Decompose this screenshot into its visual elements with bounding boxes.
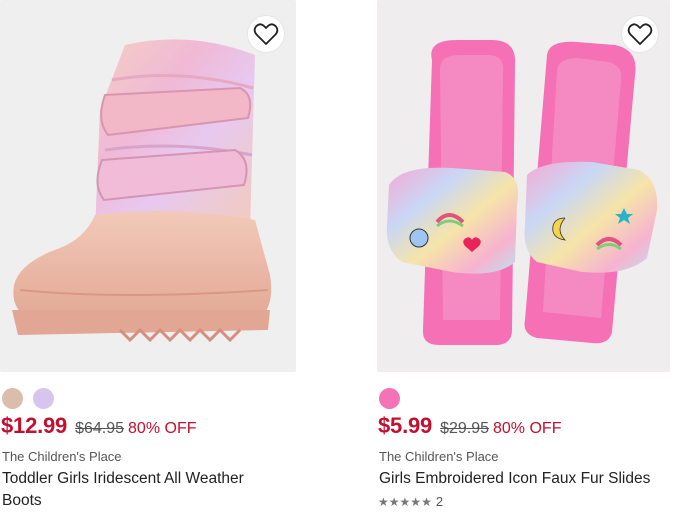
brand-name: The Children's Place xyxy=(2,449,122,464)
boot-image xyxy=(12,39,272,343)
brand-name: The Children's Place xyxy=(379,449,499,464)
sale-price: $5.99 xyxy=(378,413,433,438)
original-price: $64.95 xyxy=(75,420,125,437)
review-count: 2 xyxy=(435,494,444,509)
star-icon: ★ xyxy=(399,494,411,509)
star-icon: ★ xyxy=(410,494,422,509)
wishlist-button[interactable] xyxy=(248,16,284,52)
star-icon: ★ xyxy=(421,494,432,509)
product-card[interactable]: $5.99 $29.95 80% OFF The Children's Plac… xyxy=(377,0,670,509)
wishlist-button[interactable] xyxy=(622,16,658,52)
star-icon: ★ xyxy=(388,494,400,509)
rating-stars: ★ ★ ★ ★ ★ xyxy=(378,495,432,509)
heart-outline-icon xyxy=(253,23,279,45)
slides-image xyxy=(386,40,658,345)
price-row: $5.99 $29.95 80% OFF xyxy=(378,413,561,439)
color-swatch-pink[interactable] xyxy=(379,388,400,409)
price-row: $12.99 $64.95 80% OFF xyxy=(1,413,197,439)
color-swatches xyxy=(379,388,400,409)
color-swatches xyxy=(2,388,54,409)
product-image[interactable] xyxy=(377,0,670,372)
original-price: $29.95 xyxy=(440,420,489,437)
star-icon: ★ xyxy=(378,494,389,509)
product-title-link[interactable]: Girls Embroidered Icon Faux Fur Slides xyxy=(379,468,669,490)
discount-badge: 80% OFF xyxy=(128,420,197,437)
color-swatch-rose-gold[interactable] xyxy=(2,388,23,409)
heart-outline-icon xyxy=(627,23,653,45)
product-card[interactable]: $12.99 $64.95 80% OFF The Children's Pla… xyxy=(0,0,296,509)
product-title-link[interactable]: Toddler Girls Iridescent All Weather Boo… xyxy=(2,468,287,512)
color-swatch-lavender[interactable] xyxy=(33,388,54,409)
product-rating[interactable]: ★ ★ ★ ★ ★ 2 xyxy=(378,494,443,509)
discount-badge: 80% OFF xyxy=(493,420,562,437)
product-image[interactable] xyxy=(0,0,296,372)
sale-price: $12.99 xyxy=(1,413,68,438)
